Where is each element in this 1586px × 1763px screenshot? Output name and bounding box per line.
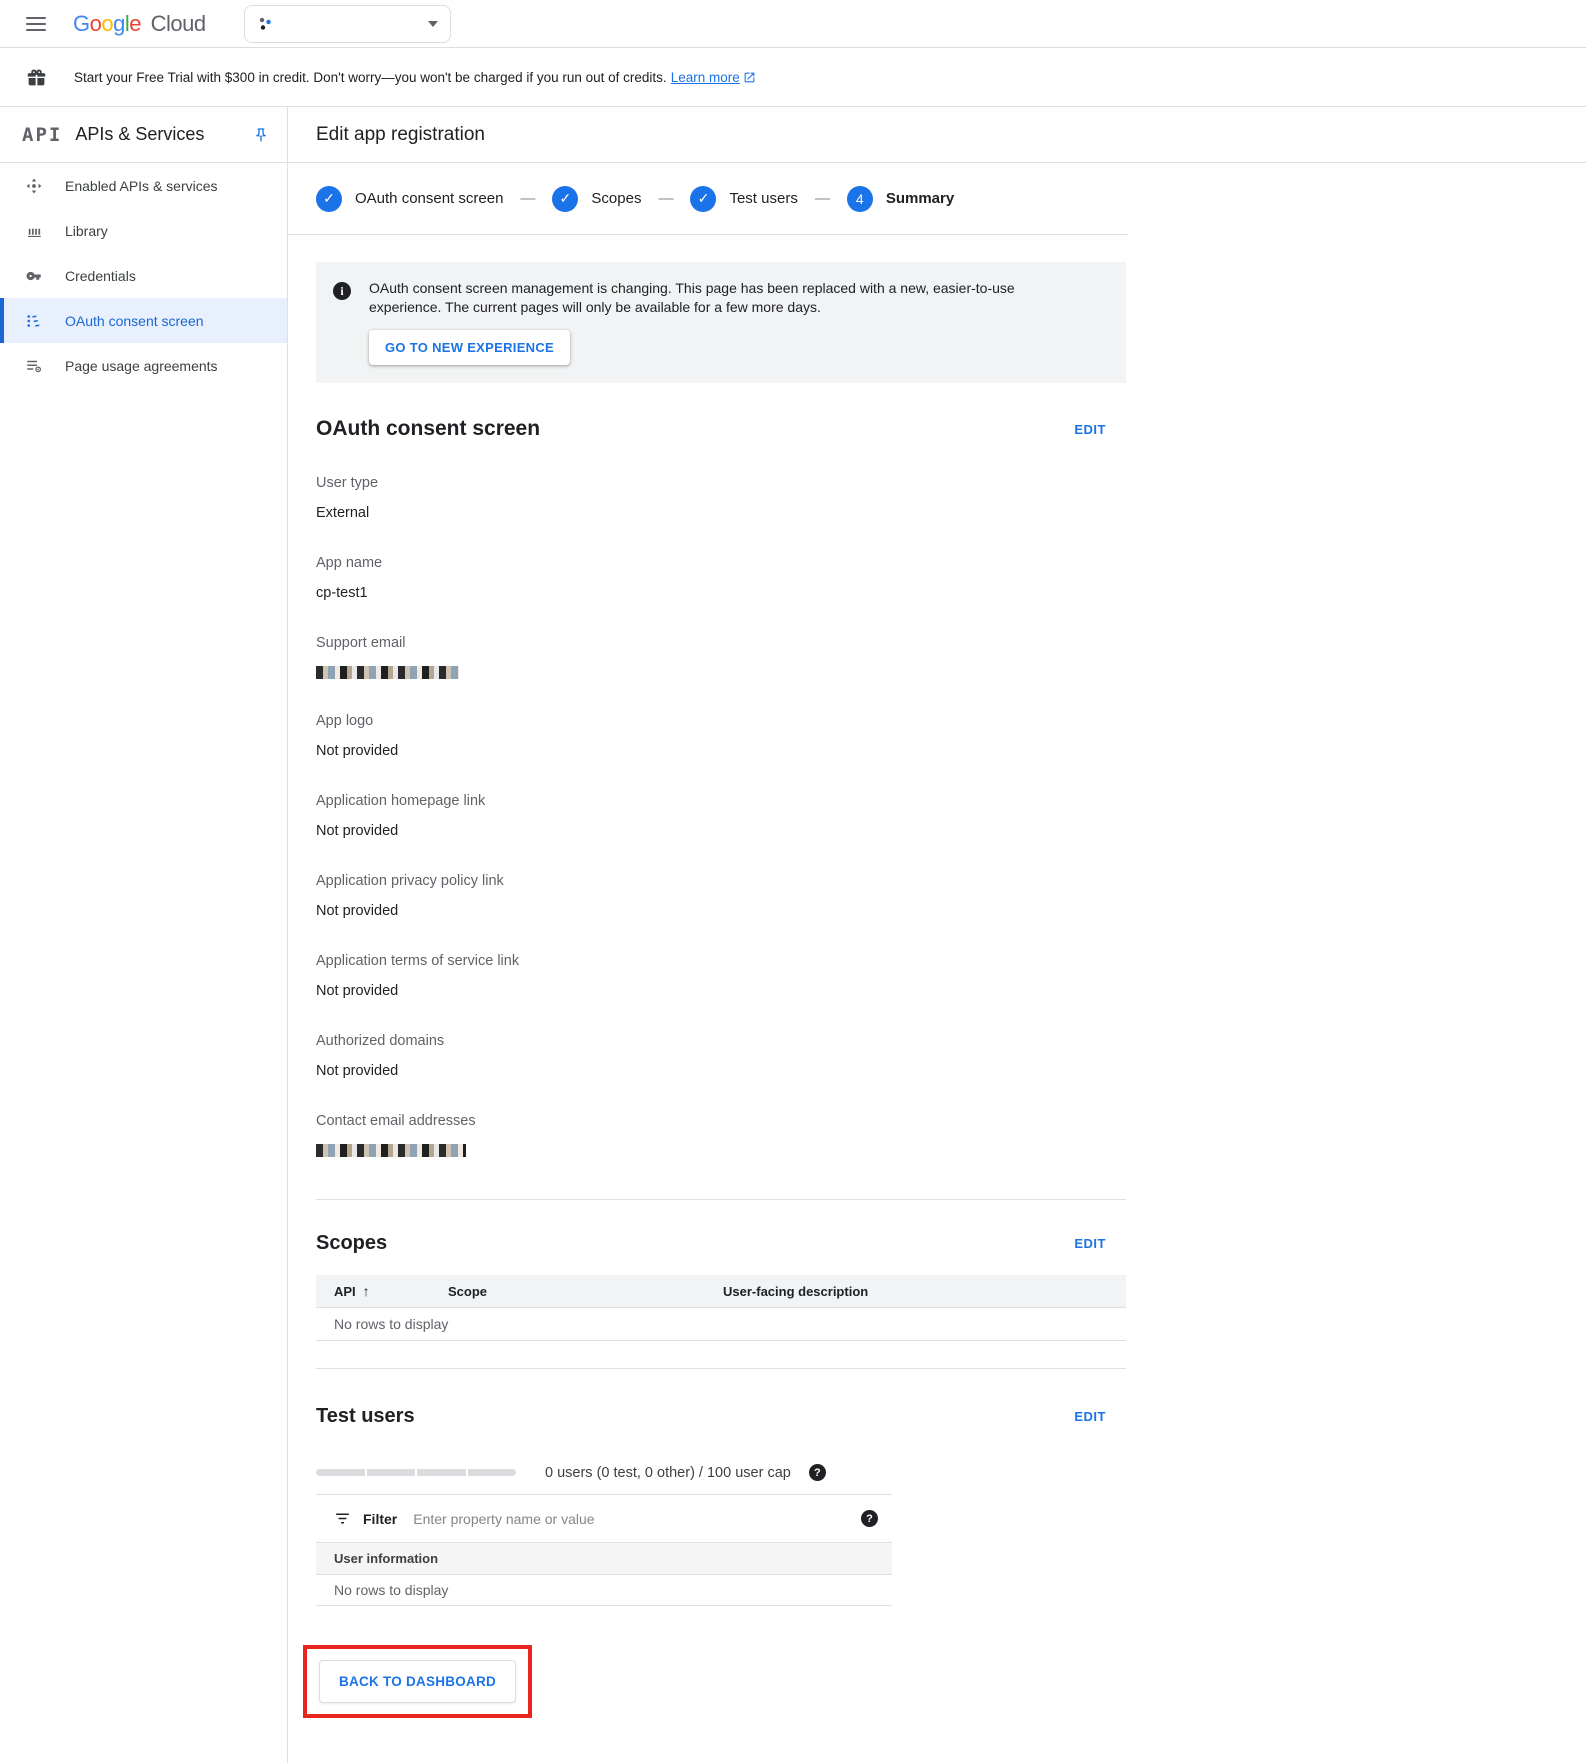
consent-list-icon <box>24 312 44 330</box>
field-contact-emails: Contact email addresses <box>316 1113 1126 1157</box>
step-oauth-consent-screen[interactable]: ✓ OAuth consent screen <box>316 186 503 212</box>
column-api[interactable]: API ↑ <box>316 1283 448 1299</box>
step-summary[interactable]: 4 Summary <box>847 186 954 212</box>
test-users-edit-link[interactable]: EDIT <box>1074 1409 1106 1424</box>
scopes-section-title: Scopes <box>316 1232 387 1255</box>
deprecation-notice: i OAuth consent screen management is cha… <box>316 262 1126 383</box>
key-icon <box>24 267 44 285</box>
filter-bar: Filter ? <box>316 1495 892 1542</box>
sidebar-item-label: Page usage agreements <box>65 358 218 374</box>
filter-icon <box>334 1510 351 1527</box>
test-users-empty-row: No rows to display <box>316 1575 892 1606</box>
back-to-dashboard-button[interactable]: BACK TO DASHBOARD <box>319 1660 516 1703</box>
field-app-name: App name cp-test1 <box>316 555 1126 601</box>
step-separator: — <box>658 190 673 207</box>
library-icon <box>24 222 44 240</box>
field-app-logo: App logo Not provided <box>316 713 1126 759</box>
chevron-down-icon <box>428 21 438 27</box>
consent-section-title: OAuth consent screen <box>316 417 540 441</box>
main-content: Edit app registration ✓ OAuth consent sc… <box>287 107 1586 1763</box>
google-cloud-logo[interactable]: Google Cloud <box>73 11 206 37</box>
gift-icon <box>26 67 47 88</box>
sidebar-item-label: Credentials <box>65 268 136 284</box>
scopes-table-footer <box>316 1341 1126 1369</box>
go-to-new-experience-button[interactable]: GO TO NEW EXPERIENCE <box>369 330 570 365</box>
column-description[interactable]: User-facing description <box>723 1284 1126 1299</box>
scopes-table: API ↑ Scope User-facing description No r… <box>316 1275 1126 1369</box>
scopes-table-header: API ↑ Scope User-facing description <box>316 1275 1126 1308</box>
step-check-icon: ✓ <box>690 186 716 212</box>
step-number-badge: 4 <box>847 186 873 212</box>
consent-edit-link[interactable]: EDIT <box>1074 422 1106 437</box>
step-check-icon: ✓ <box>316 186 342 212</box>
api-logo: API <box>22 124 62 146</box>
scopes-empty-row: No rows to display <box>316 1308 1126 1341</box>
project-icon <box>257 15 275 33</box>
trial-banner-text: Start your Free Trial with $300 in credi… <box>74 70 667 85</box>
filter-label: Filter <box>363 1511 397 1527</box>
sidebar: API APIs & Services Enabled APIs & servi… <box>0 107 287 1763</box>
user-cap-text: 0 users (0 test, 0 other) / 100 user cap <box>545 1465 791 1481</box>
project-selector[interactable] <box>244 5 451 43</box>
sidebar-item-label: OAuth consent screen <box>65 313 204 329</box>
sidebar-item-library[interactable]: Library <box>0 208 287 253</box>
sidebar-item-page-usage-agreements[interactable]: Page usage agreements <box>0 343 287 388</box>
sidebar-item-enabled-apis[interactable]: Enabled APIs & services <box>0 163 287 208</box>
section-divider <box>316 1199 1126 1200</box>
sort-ascending-icon: ↑ <box>363 1283 370 1299</box>
scopes-edit-link[interactable]: EDIT <box>1074 1236 1106 1251</box>
free-trial-banner: Start your Free Trial with $300 in credi… <box>0 48 1586 107</box>
sidebar-item-label: Library <box>65 223 108 239</box>
field-user-type: User type External <box>316 475 1126 521</box>
notice-text: OAuth consent screen management is chang… <box>369 279 1049 317</box>
sidebar-item-credentials[interactable]: Credentials <box>0 253 287 298</box>
step-scopes[interactable]: ✓ Scopes <box>552 186 641 212</box>
field-homepage-link: Application homepage link Not provided <box>316 793 1126 839</box>
annotation-highlight-box: BACK TO DASHBOARD <box>303 1645 532 1718</box>
help-icon[interactable]: ? <box>861 1510 878 1527</box>
field-privacy-policy-link: Application privacy policy link Not prov… <box>316 873 1126 919</box>
help-icon[interactable]: ? <box>809 1464 826 1481</box>
info-icon: i <box>333 282 351 300</box>
field-authorized-domains: Authorized domains Not provided <box>316 1033 1126 1079</box>
pin-icon[interactable] <box>253 127 269 143</box>
external-link-icon <box>743 71 756 84</box>
user-cap-usage: 0 users (0 test, 0 other) / 100 user cap… <box>316 1464 1126 1481</box>
step-separator: — <box>815 190 830 207</box>
column-scope[interactable]: Scope <box>448 1284 723 1299</box>
user-information-header: User information <box>316 1542 892 1575</box>
redacted-email-value <box>316 666 459 679</box>
sidebar-item-label: Enabled APIs & services <box>65 178 218 194</box>
agreements-icon <box>24 357 44 375</box>
sidebar-header: API APIs & Services <box>0 107 287 163</box>
step-check-icon: ✓ <box>552 186 578 212</box>
test-users-section-title: Test users <box>316 1405 415 1428</box>
field-support-email: Support email <box>316 635 1126 679</box>
registration-stepper: ✓ OAuth consent screen — ✓ Scopes — ✓ Te… <box>288 163 1128 235</box>
user-cap-progress-bar <box>316 1469 516 1476</box>
page-title: Edit app registration <box>316 124 485 146</box>
menu-icon[interactable] <box>26 17 46 31</box>
enabled-apis-icon <box>24 177 44 195</box>
page-header: Edit app registration <box>288 107 1586 163</box>
redacted-email-value <box>316 1144 466 1157</box>
filter-input[interactable] <box>413 1511 861 1527</box>
step-separator: — <box>520 190 535 207</box>
sidebar-item-oauth-consent-screen[interactable]: OAuth consent screen <box>0 298 287 343</box>
top-app-bar: Google Cloud <box>0 0 1586 48</box>
sidebar-title: APIs & Services <box>75 124 253 145</box>
learn-more-link[interactable]: Learn more <box>671 70 740 85</box>
step-test-users[interactable]: ✓ Test users <box>690 186 797 212</box>
test-users-panel: Filter ? User information No rows to dis… <box>316 1494 892 1606</box>
field-terms-of-service-link: Application terms of service link Not pr… <box>316 953 1126 999</box>
